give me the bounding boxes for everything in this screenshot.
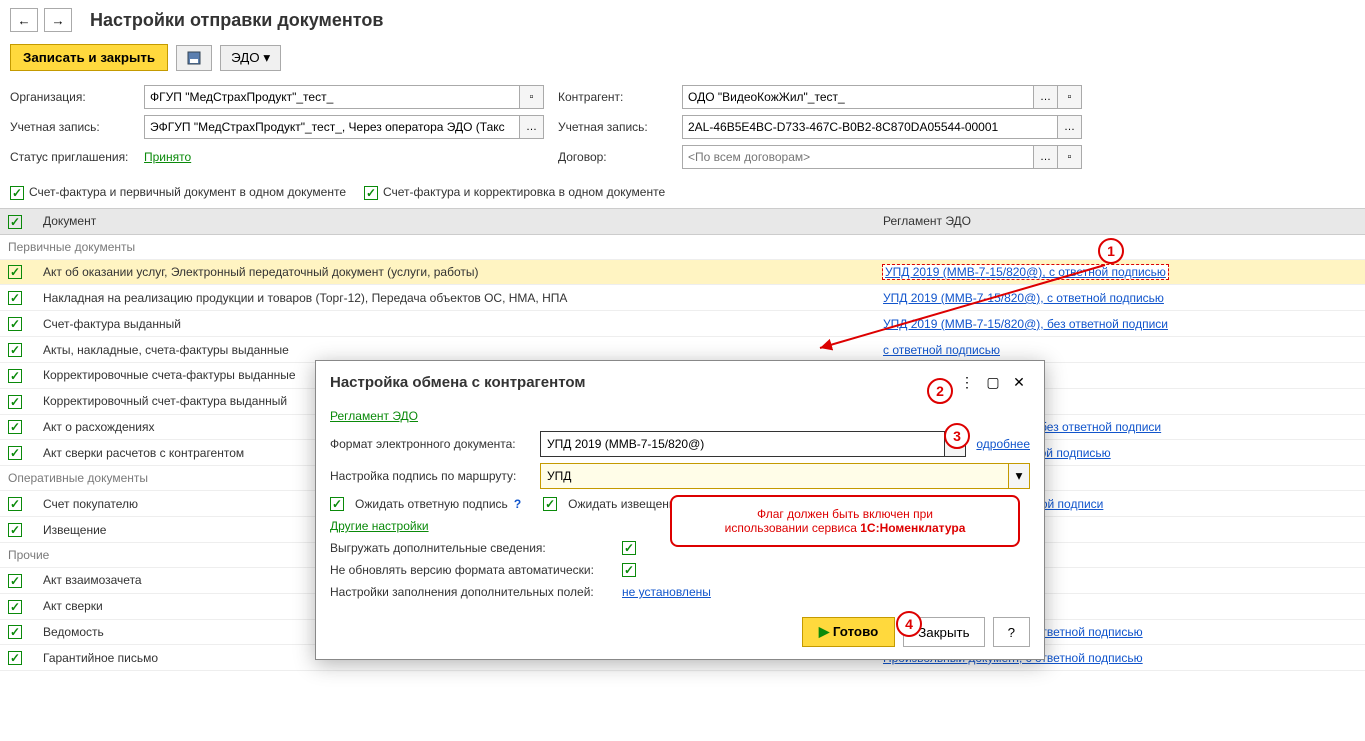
save-button[interactable] [176,45,212,71]
contract-open-button[interactable]: ▫ [1058,145,1082,169]
route-dropdown-button[interactable]: ▾ [1009,463,1030,489]
account2-label: Учетная запись: [558,120,668,134]
table-row[interactable]: Счет-фактура выданныйУПД 2019 (ММВ-7-15/… [0,311,1365,337]
contr-select-button[interactable]: … [1034,85,1058,109]
col-doc[interactable]: Документ [35,208,875,234]
modal-title: Настройка обмена с контрагентом [330,374,952,391]
table-row[interactable]: Накладная на реализацию продукции и това… [0,285,1365,311]
more-link[interactable]: одробнее [976,437,1030,451]
account2-select-button[interactable]: … [1058,115,1082,139]
callout-note: Флаг должен быть включен при использован… [670,495,1020,547]
org-open-button[interactable]: ▫ [520,85,544,109]
callout-4: 4 [896,611,922,637]
col-reg[interactable]: Регламент ЭДО [875,208,1365,234]
fill-settings-link[interactable]: не установлены [622,585,711,599]
contract-input[interactable] [682,145,1034,169]
account-select-button[interactable]: … [520,115,544,139]
status-link[interactable]: Принято [144,150,544,164]
nav-back-button[interactable]: ← [10,8,38,32]
status-label: Статус приглашения: [10,150,130,164]
group-primary: Первичные документы [0,234,1365,259]
contr-label: Контрагент: [558,90,668,104]
page-title: Настройки отправки документов [90,10,383,31]
col-check[interactable] [0,208,35,234]
reg-edo-link[interactable]: Регламент ЭДО [330,409,418,423]
edo-dropdown-button[interactable]: ЭДО ▾ [220,45,281,71]
modal-maximize-button[interactable]: ▢ [982,371,1004,393]
chk-onefile[interactable] [10,186,24,200]
help-button[interactable]: ? [993,617,1030,647]
ready-button[interactable]: Готово [802,617,895,647]
no-update-checkbox[interactable] [622,563,636,577]
other-settings-link[interactable]: Другие настройки [330,519,429,533]
callout-3: 3 [944,423,970,449]
callout-2: 2 [927,378,953,404]
contract-select-button[interactable]: … [1034,145,1058,169]
format-input[interactable] [540,431,945,457]
account-input[interactable] [144,115,520,139]
format-label: Формат электронного документа: [330,437,530,451]
callout-1: 1 [1098,238,1124,264]
modal-close-button[interactable]: ✕ [1008,371,1030,393]
account-label: Учетная запись: [10,120,130,134]
wait-notice-checkbox[interactable] [543,497,557,511]
route-input[interactable] [540,463,1009,489]
wait-sign-checkbox[interactable] [330,497,344,511]
account2-input[interactable] [682,115,1058,139]
table-row[interactable]: Акт об оказании услуг, Электронный перед… [0,259,1365,285]
nav-forward-button[interactable]: → [44,8,72,32]
org-input[interactable] [144,85,520,109]
export-extra-checkbox[interactable] [622,541,636,555]
contract-label: Договор: [558,150,668,164]
reg-link[interactable]: УПД 2019 (ММВ-7-15/820@), с ответной под… [883,265,1168,279]
help-icon[interactable]: ? [514,497,521,511]
contr-open-button[interactable]: ▫ [1058,85,1082,109]
table-row[interactable]: Акты, накладные, счета-фактуры выданныес… [0,337,1365,363]
modal-menu-button[interactable]: ⋮ [956,371,978,393]
chk-correction[interactable] [364,186,378,200]
route-label: Настройка подпись по маршруту: [330,469,530,483]
save-close-button[interactable]: Записать и закрыть [10,44,168,71]
org-label: Организация: [10,90,130,104]
contr-input[interactable] [682,85,1034,109]
